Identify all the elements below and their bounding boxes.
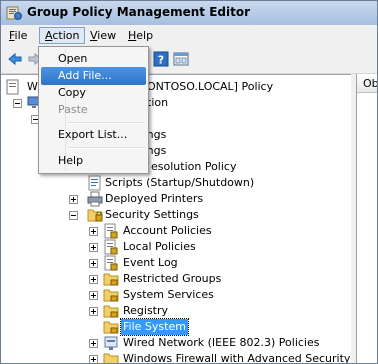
tree-item-windows-firewall[interactable]: Windows Firewall with Advanced Security <box>89 351 351 364</box>
menu-item-export-list[interactable]: Export List... <box>41 126 146 144</box>
tree-label-system-services: System Services <box>123 288 214 301</box>
show-hide-pane-icon[interactable] <box>173 51 189 67</box>
locked-folder-icon <box>103 289 119 302</box>
tree-item-system-services[interactable]: System Services <box>89 287 349 303</box>
expand-toggle[interactable] <box>89 259 98 268</box>
tree-label-root-suffix: ONTOSO.LOCAL] Policy <box>147 80 274 93</box>
details-column-header[interactable]: Ob <box>357 74 378 93</box>
menu-file-label: ile <box>14 29 28 42</box>
tree-label-root-prefix: W <box>27 80 38 93</box>
menu-bar: File Action View Help <box>1 25 377 47</box>
menu-separator <box>67 122 145 124</box>
expand-toggle[interactable] <box>89 339 98 348</box>
tree-item-local-policies[interactable]: Local Policies <box>89 239 349 255</box>
tree-label-registry: Registry <box>123 304 169 317</box>
tree-label-wired-network: Wired Network (IEEE 802.3) Policies <box>123 336 320 349</box>
expand-toggle[interactable] <box>89 275 98 284</box>
menu-item-add-file-label: Add File... <box>58 69 112 82</box>
expand-toggle[interactable] <box>89 227 98 236</box>
menu-item-export-list-label: Export List... <box>58 128 128 141</box>
back-arrow-icon[interactable] <box>7 51 23 67</box>
menu-file[interactable]: File <box>4 27 32 44</box>
tree-item-restricted-groups[interactable]: Restricted Groups <box>89 271 349 287</box>
expand-toggle[interactable] <box>89 307 98 316</box>
tree-item-registry[interactable]: Registry <box>89 303 349 319</box>
tree-label-security-settings: Security Settings <box>105 208 199 221</box>
tree-label-deployed-printers: Deployed Printers <box>105 192 204 205</box>
collapse-toggle[interactable] <box>69 211 78 220</box>
expand-toggle[interactable] <box>89 243 98 252</box>
tree-label-windows-firewall: Windows Firewall with Advanced Security <box>123 352 351 364</box>
menu-action[interactable]: Action <box>39 27 86 44</box>
menu-help[interactable]: Help <box>123 27 158 44</box>
tree-item-deployed-printers[interactable]: Deployed Printers <box>69 191 329 207</box>
tree-label-computer-config-suffix: tion <box>147 96 169 109</box>
locked-folder-icon <box>103 321 119 334</box>
expand-toggle[interactable] <box>69 195 78 204</box>
menu-item-open[interactable]: Open <box>41 50 146 68</box>
help-icon[interactable]: ? <box>153 51 169 67</box>
tree-label-name-resolution: esolution Policy <box>151 160 237 173</box>
menu-item-open-label: Open <box>58 52 88 65</box>
locked-folder-icon <box>103 305 119 318</box>
account-policies-icon <box>104 223 118 239</box>
app-window: Group Policy Management Editor File Acti… <box>0 0 378 364</box>
svg-text:?: ? <box>158 54 164 67</box>
window-title: Group Policy Management Editor <box>27 5 251 19</box>
menu-item-copy[interactable]: Copy <box>41 84 146 102</box>
tree-label-scripts: Scripts (Startup/Shutdown) <box>105 176 255 189</box>
menu-view[interactable]: View <box>85 27 121 44</box>
tree-item-file-system[interactable]: File System <box>89 318 349 336</box>
expand-toggle[interactable] <box>89 291 98 300</box>
menu-item-add-file[interactable]: Add File... <box>41 67 146 85</box>
event-log-icon <box>104 255 118 271</box>
policy-document-icon <box>6 79 19 95</box>
security-settings-icon <box>87 209 103 222</box>
tree-label-account-policies: Account Policies <box>123 224 212 237</box>
network-icon <box>104 336 118 350</box>
collapse-toggle[interactable] <box>13 99 22 108</box>
menu-action-label: ction <box>52 29 80 42</box>
menu-item-help[interactable]: Help <box>41 152 146 170</box>
tree-label-local-policies: Local Policies <box>123 240 196 253</box>
details-pane[interactable]: Ob <box>356 74 378 363</box>
local-policies-icon <box>104 239 118 255</box>
locked-folder-icon <box>103 273 119 286</box>
menu-help-label: elp <box>136 29 154 42</box>
details-column-header-label: Ob <box>363 77 378 90</box>
expand-toggle[interactable] <box>89 355 98 363</box>
tree-label-event-log: Event Log <box>123 256 178 269</box>
menu-item-help-label: Help <box>58 154 84 167</box>
menu-item-paste: Paste <box>41 101 146 119</box>
action-menu-dropdown: Open Add File... Copy Paste Export List.… <box>38 46 149 174</box>
menu-view-label: iew <box>97 29 117 42</box>
menu-item-paste-label: Paste <box>58 103 88 116</box>
tree-item-security-settings[interactable]: Security Settings <box>69 207 329 223</box>
scripts-icon <box>88 175 101 191</box>
tree-label-file-system: File System <box>120 318 189 336</box>
menu-separator <box>67 147 145 149</box>
tree-item-account-policies[interactable]: Account Policies <box>89 223 349 239</box>
tree-item-event-log[interactable]: Event Log <box>89 255 349 271</box>
menu-item-copy-label: Copy <box>58 86 86 99</box>
folder-icon <box>103 353 119 363</box>
printer-icon <box>87 191 103 207</box>
title-bar[interactable]: Group Policy Management Editor <box>1 1 377 26</box>
tree-item-scripts[interactable]: Scripts (Startup/Shutdown) <box>87 175 347 191</box>
tree-label-restricted-groups: Restricted Groups <box>123 272 222 285</box>
tree-item-wired-network[interactable]: Wired Network (IEEE 802.3) Policies <box>89 335 351 351</box>
group-policy-app-icon <box>6 6 22 20</box>
